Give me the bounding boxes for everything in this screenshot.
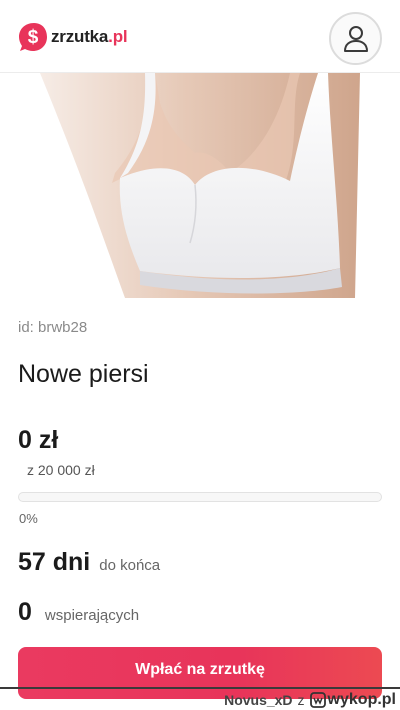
supporters-label: wspierających (44, 607, 140, 624)
supporters: 0 wspierających (18, 598, 139, 627)
logo-wordmark: zrzutka.pl (51, 27, 128, 46)
days-value: 57 dni (18, 548, 91, 576)
campaign-image (0, 73, 400, 298)
wykop-logo-icon (309, 692, 326, 708)
days-label: do końca (99, 557, 161, 574)
account-button[interactable] (329, 12, 382, 65)
watermark-divider (0, 687, 400, 689)
progress-percent: 0% (19, 511, 38, 526)
watermark-user: Novus_xD (224, 692, 293, 708)
supporters-value: 0 (18, 598, 32, 626)
wykop-logo-text: wykop.pl (327, 691, 396, 708)
site-logo[interactable]: $ zrzutka.pl (18, 20, 128, 54)
goal-amount: z 20 000 zł (27, 462, 95, 478)
watermark: Novus_xD z wykop.pl (224, 691, 396, 709)
watermark-separator: z (297, 692, 305, 708)
wykop-logo: wykop.pl (309, 691, 396, 709)
user-icon (343, 25, 368, 52)
campaign-id: id: brwb28 (18, 319, 88, 336)
campaign-photo (0, 73, 400, 298)
campaign-title: Nowe piersi (18, 360, 149, 388)
days-left: 57 dni do końca (18, 548, 160, 577)
raised-amount: 0 zł (18, 426, 59, 454)
svg-text:$: $ (28, 27, 39, 48)
progress-bar (18, 492, 382, 502)
logo-icon: $ (19, 23, 47, 51)
top-bar: $ zrzutka.pl (0, 0, 400, 73)
